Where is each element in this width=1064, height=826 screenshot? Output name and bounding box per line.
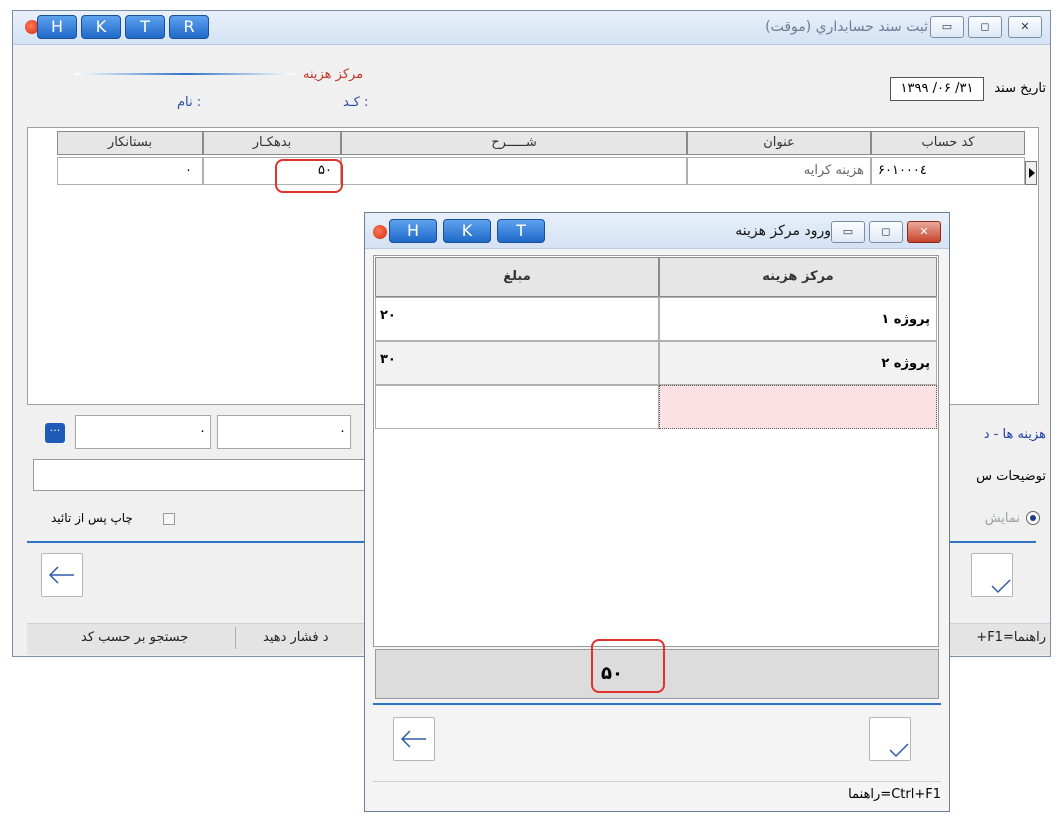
cell-description[interactable] bbox=[341, 157, 687, 185]
cell-credit[interactable]: ۰ bbox=[57, 157, 203, 185]
dialog-confirm-button[interactable] bbox=[869, 717, 911, 761]
confirm-button[interactable] bbox=[971, 553, 1013, 597]
close-button[interactable]: ✕ bbox=[1008, 16, 1042, 38]
status-help: راهنما=F1+ bbox=[976, 630, 1046, 645]
dialog-check-icon bbox=[889, 743, 909, 758]
dialog-hk-k[interactable]: K bbox=[443, 219, 491, 243]
print-after-confirm-label: چاپ پس از تائید bbox=[51, 511, 133, 525]
dialog-titlebar: H K T ورود مرکز هزینه ▭ ◻ ✕ bbox=[365, 213, 949, 249]
name-label: نام : bbox=[177, 95, 202, 110]
dialog-row3-amount[interactable] bbox=[375, 385, 659, 429]
dialog-arrow-left-icon bbox=[400, 730, 426, 748]
show-radio[interactable] bbox=[1026, 511, 1040, 525]
dialog-header-amount: مبلغ bbox=[375, 257, 659, 297]
dialog-total-highlight bbox=[591, 639, 665, 693]
dialog-hk-t[interactable]: T bbox=[497, 219, 545, 243]
cell-title[interactable]: هزینه کرایه bbox=[687, 157, 871, 185]
description-field[interactable] bbox=[33, 459, 373, 491]
hk-button-h[interactable]: H K T R bbox=[37, 15, 209, 39]
dialog-maximize-button[interactable]: ◻ bbox=[869, 221, 903, 243]
dialog-blue-separator bbox=[373, 703, 941, 705]
header-credit: بستانکار bbox=[57, 131, 203, 155]
dialog-row2-amount[interactable]: ۳۰ bbox=[375, 341, 659, 385]
debit-highlight bbox=[275, 159, 343, 193]
date-field[interactable]: ۱۳۹۹ /۰۶ /۳۱ bbox=[890, 77, 984, 101]
dialog-apple-icon bbox=[373, 225, 387, 239]
dialog-row1-center[interactable]: پروژه ۱ bbox=[659, 297, 937, 341]
hk-k[interactable]: K bbox=[81, 15, 121, 39]
show-label: نمایش bbox=[984, 511, 1020, 526]
dialog-row1-amount[interactable]: ۲۰ bbox=[375, 297, 659, 341]
dialog-row2-center[interactable]: پروژه ۲ bbox=[659, 341, 937, 385]
main-titlebar: H K T R ثبت سند حسابداري (موقت) ▭ ◻ ✕ bbox=[13, 11, 1050, 45]
dialog-header-center: مرکز هزینه bbox=[659, 257, 937, 297]
arrow-left-icon bbox=[48, 566, 74, 584]
total-field-right: ۰ bbox=[217, 415, 351, 449]
dialog-help-text: راهنما=Ctrl+F1 bbox=[848, 787, 941, 802]
dialog-title: ورود مرکز هزینه bbox=[735, 223, 831, 239]
minimize-button[interactable]: ▭ bbox=[930, 16, 964, 38]
check-icon bbox=[991, 579, 1011, 594]
dialog-minimize-button[interactable]: ▭ bbox=[831, 221, 865, 243]
dialog-row3-center[interactable] bbox=[659, 385, 937, 429]
hk-h[interactable]: H bbox=[37, 15, 77, 39]
description-label: توضیحات س bbox=[976, 469, 1046, 484]
cost-center-dialog: H K T ورود مرکز هزینه ▭ ◻ ✕ مرکز هزینه م… bbox=[364, 212, 950, 812]
print-checkbox[interactable] bbox=[163, 513, 175, 525]
main-window-title: ثبت سند حسابداري (موقت) bbox=[765, 19, 928, 35]
back-button[interactable] bbox=[41, 553, 83, 597]
total-field-left: ۰ bbox=[75, 415, 211, 449]
dialog-back-button[interactable] bbox=[393, 717, 435, 761]
dialog-hk-h[interactable]: H bbox=[389, 219, 437, 243]
hk-t[interactable]: T bbox=[125, 15, 165, 39]
header-debit: بدهکـار bbox=[203, 131, 341, 155]
cost-center-label: مرکز هزینه bbox=[303, 67, 364, 82]
header-account-code: کد حساب bbox=[871, 131, 1025, 155]
lookup-button[interactable]: ··· bbox=[45, 423, 65, 443]
status-divider bbox=[235, 627, 236, 649]
header-title: عنوان bbox=[687, 131, 871, 155]
status-search: جستجو بر حسب کد bbox=[81, 630, 189, 645]
cost-center-underline bbox=[75, 73, 295, 75]
dialog-close-button[interactable]: ✕ bbox=[907, 221, 941, 243]
cell-account-code[interactable]: ۶۰۱۰۰۰٤ bbox=[871, 157, 1025, 185]
status-press: د فشار دهید bbox=[263, 630, 329, 645]
hk-r[interactable]: R bbox=[169, 15, 209, 39]
row-pointer-icon bbox=[1025, 161, 1037, 185]
cost-link[interactable]: هزینه ها - د bbox=[984, 427, 1046, 442]
maximize-button[interactable]: ◻ bbox=[968, 16, 1002, 38]
date-label: تاريخ سند bbox=[994, 81, 1046, 96]
code-label: کـد : bbox=[343, 95, 369, 110]
header-description: شـــــرح bbox=[341, 131, 687, 155]
